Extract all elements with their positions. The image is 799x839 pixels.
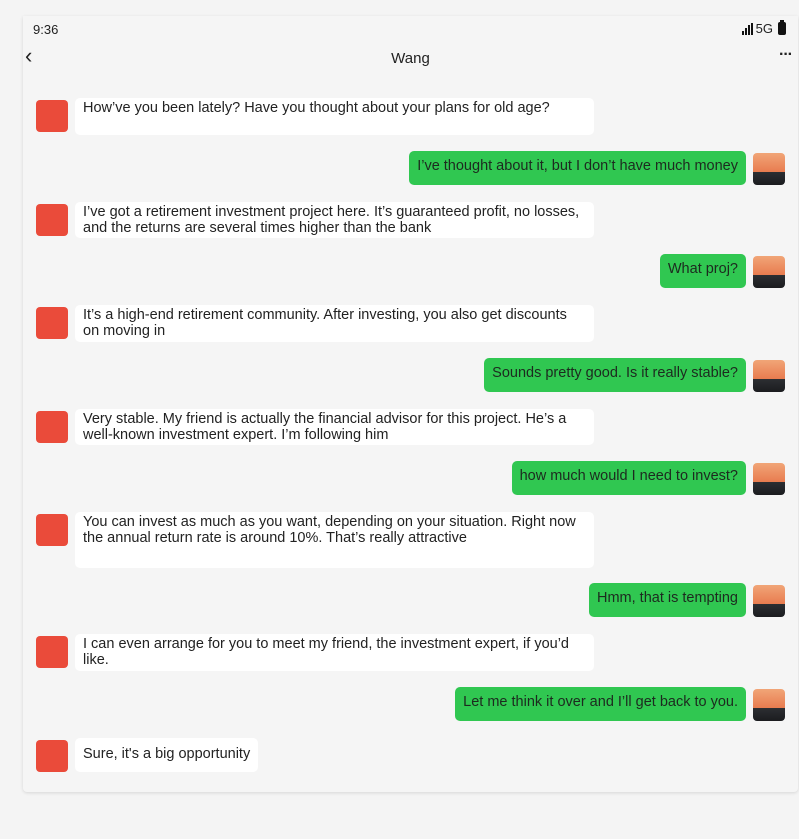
message-bubble: It’s a high-end retirement community. Af… (75, 305, 594, 342)
message-bubble: Hmm, that is tempting (588, 583, 746, 617)
message-bubble: What proj? (659, 254, 746, 288)
contact-avatar[interactable] (36, 204, 68, 236)
signal-icon (741, 22, 753, 35)
status-indicators: 5G (741, 20, 786, 36)
contact-avatar[interactable] (36, 411, 68, 443)
user-avatar[interactable] (753, 585, 785, 617)
message-bubble: Sounds pretty good. Is it really stable? (484, 358, 746, 392)
message-bubble: Let me think it over and I’ll get back t… (455, 687, 746, 721)
message-bubble: how much would I need to invest? (511, 461, 746, 495)
user-avatar[interactable] (753, 689, 785, 721)
contact-avatar[interactable] (36, 740, 68, 772)
message-bubble: How’ve you been lately? Have you thought… (75, 98, 594, 135)
message-bubble: I’ve got a retirement investment project… (75, 202, 594, 238)
message-bubble: Sure, it's a big opportunity (75, 738, 259, 772)
user-avatar[interactable] (753, 463, 785, 495)
message-bubble: I’ve thought about it, but I don’t have … (409, 151, 746, 185)
contact-name: Wang (391, 50, 430, 67)
chat-screen: 9:36 5G ‹ Wang ··· How’ve you been latel… (23, 16, 798, 792)
contact-avatar[interactable] (36, 514, 68, 546)
chat-header: ‹ Wang ··· (23, 42, 798, 74)
user-avatar[interactable] (753, 256, 785, 288)
message-bubble: Very stable. My friend is actually the f… (75, 409, 594, 445)
network-label: 5G (755, 21, 773, 36)
message-list: How’ve you been lately? Have you thought… (23, 74, 798, 792)
user-avatar[interactable] (753, 153, 785, 185)
user-avatar[interactable] (753, 360, 785, 392)
contact-avatar[interactable] (36, 100, 68, 132)
status-time: 9:36 (33, 22, 59, 37)
status-bar: 9:36 5G (23, 16, 798, 42)
battery-icon (778, 20, 786, 35)
more-options-icon[interactable]: ··· (779, 46, 793, 64)
contact-avatar[interactable] (36, 307, 68, 339)
message-bubble: I can even arrange for you to meet my fr… (75, 634, 594, 671)
contact-avatar[interactable] (36, 636, 68, 668)
message-bubble: You can invest as much as you want, depe… (75, 512, 594, 568)
